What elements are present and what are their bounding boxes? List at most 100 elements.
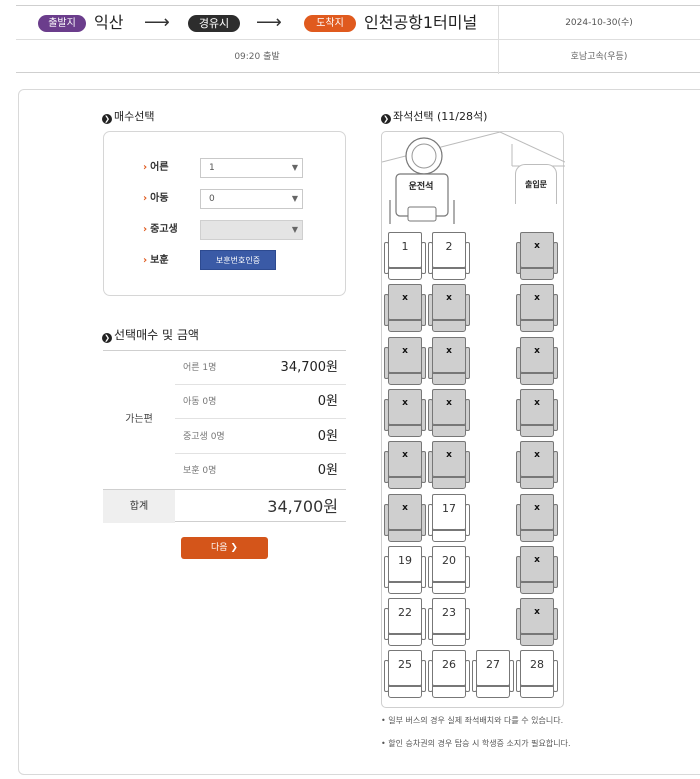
seat-number: x (402, 503, 408, 513)
seat-number: 22 (398, 606, 412, 619)
seat-available[interactable]: 17 (428, 494, 470, 544)
arrival-terminal: 인천공항1터미널 (364, 13, 478, 32)
seat-number: x (534, 607, 540, 617)
circle-arrow-icon: ❯ (102, 114, 112, 124)
seat-taken: x (384, 337, 426, 387)
arrival-badge: 도착지 (304, 15, 356, 32)
seat-taken: x (516, 389, 558, 439)
departure-time: 09:20 출발 (234, 52, 280, 62)
departure-terminal: 익산 (94, 13, 124, 32)
seat-taken: x (428, 337, 470, 387)
seat-number: 27 (486, 658, 500, 671)
price-row: 어른 1명 34,700원 (175, 351, 346, 385)
seat-available[interactable]: 19 (384, 546, 426, 596)
chevron-down-icon: ▼ (291, 194, 298, 203)
departure-badge: 출발지 (38, 15, 86, 32)
total-label: 합계 (103, 490, 175, 523)
veteran-label: › 보훈 (143, 255, 169, 266)
seat-number: 1 (401, 240, 409, 253)
seat-number: x (534, 398, 540, 408)
chevron-down-icon: ▼ (291, 163, 298, 172)
total-row: 합계 34,700원 (103, 489, 346, 523)
notice-line: • 할인 승차권의 경우 탑승 시 학생증 소지가 필요합니다. (381, 739, 571, 748)
seat-taken: x (516, 284, 558, 334)
travel-date: 2024-10-30(수) (565, 18, 633, 28)
seat-number: 28 (530, 658, 544, 671)
next-button[interactable]: 다음 ❯ (181, 537, 268, 559)
seat-number: 20 (442, 554, 456, 567)
bus-door-label: 출입문 (515, 164, 557, 204)
seat-taken: x (428, 441, 470, 491)
seat-number: 17 (442, 502, 456, 515)
seat-number: 23 (442, 606, 456, 619)
child-label: › 아동 (143, 193, 169, 204)
seat-taken: x (516, 494, 558, 544)
seat-number: x (446, 398, 452, 408)
seat-number: x (534, 555, 540, 565)
seat-available[interactable]: 22 (384, 598, 426, 648)
seat-taken: x (428, 284, 470, 334)
seat-available[interactable]: 28 (516, 650, 558, 700)
seat-number: x (446, 450, 452, 460)
seat-number: x (534, 241, 540, 251)
seat-number: 25 (398, 658, 412, 671)
adult-label: › 어른 (143, 162, 169, 173)
seat-number: 26 (442, 658, 456, 671)
seat-taken: x (516, 337, 558, 387)
via-badge: 경유시 (188, 15, 240, 32)
notice-line: • 일부 버스의 경우 실제 좌석배치와 다를 수 있습니다. (381, 716, 564, 725)
seat-taken: x (384, 389, 426, 439)
seat-number: x (534, 450, 540, 460)
seat-number: x (402, 398, 408, 408)
student-select[interactable]: ▼ (200, 220, 303, 240)
veteran-verify-button[interactable]: 보훈번호인증 (200, 250, 276, 270)
trip-direction: 가는편 (125, 414, 153, 425)
seat-number: 2 (445, 240, 453, 253)
circle-arrow-icon: ❯ (102, 333, 112, 343)
circle-arrow-icon: ❯ (381, 114, 391, 124)
route-detail-row: 09:20 출발 호남고속(우등) (16, 40, 700, 74)
seat-taken: x (516, 441, 558, 491)
seat-number: x (446, 293, 452, 303)
seat-number: x (402, 293, 408, 303)
seat-taken: x (516, 598, 558, 648)
seat-number: x (446, 346, 452, 356)
seat-available[interactable]: 23 (428, 598, 470, 648)
arrow-right-icon: ⟶ (256, 12, 282, 33)
price-section-title: ❯ 선택매수 및 금액 (102, 328, 199, 343)
seat-section-title: ❯ 좌석선택 (11/28석) (381, 110, 487, 124)
seat-available[interactable]: 27 (472, 650, 514, 700)
route-row: 출발지 익산 ⟶ 경유시 ⟶ 도착지 인천공항1터미널 2024-10-30(수… (16, 6, 700, 40)
count-box (103, 131, 346, 296)
seat-number: x (534, 293, 540, 303)
driver-seat-label: 운전석 (408, 182, 434, 192)
seat-available[interactable]: 2 (428, 232, 470, 282)
seat-number: x (534, 346, 540, 356)
seat-taken: x (428, 389, 470, 439)
seat-number: x (534, 503, 540, 513)
price-row: 중고생 0명 0원 (175, 420, 346, 454)
price-table: 가는편 어른 1명 34,700원 아동 0명 0원 중고생 0명 0원 보훈 0명 0… (103, 350, 346, 523)
arrow-right-icon: ⟶ (144, 12, 170, 33)
seat-taken: x (516, 232, 558, 282)
total-value: 34,700원 (267, 497, 338, 516)
seat-available[interactable]: 25 (384, 650, 426, 700)
seat-taken: x (384, 494, 426, 544)
child-select[interactable]: 0 ▼ (200, 189, 303, 209)
route-info: 출발지 익산 ⟶ 경유시 ⟶ 도착지 인천공항1터미널 2024-10-30(수… (16, 5, 700, 74)
price-row: 보훈 0명 0원 (183, 463, 338, 478)
seat-taken: x (516, 546, 558, 596)
seat-available[interactable]: 1 (384, 232, 426, 282)
notice: • 일부 버스의 경우 실제 좌석배치와 다를 수 있습니다. • 할인 승차권… (381, 716, 571, 762)
student-label: › 중고생 (143, 224, 178, 235)
seat-taken: x (384, 441, 426, 491)
bus-company: 호남고속(우등) (570, 52, 628, 62)
price-row: 아동 0명 0원 (175, 385, 346, 419)
seat-taken: x (384, 284, 426, 334)
adult-select[interactable]: 1 ▼ (200, 158, 303, 178)
seat-available[interactable]: 20 (428, 546, 470, 596)
count-section-title: ❯ 매수선택 (102, 110, 154, 124)
seat-number: x (402, 346, 408, 356)
seat-number: 19 (398, 554, 412, 567)
seat-available[interactable]: 26 (428, 650, 470, 700)
